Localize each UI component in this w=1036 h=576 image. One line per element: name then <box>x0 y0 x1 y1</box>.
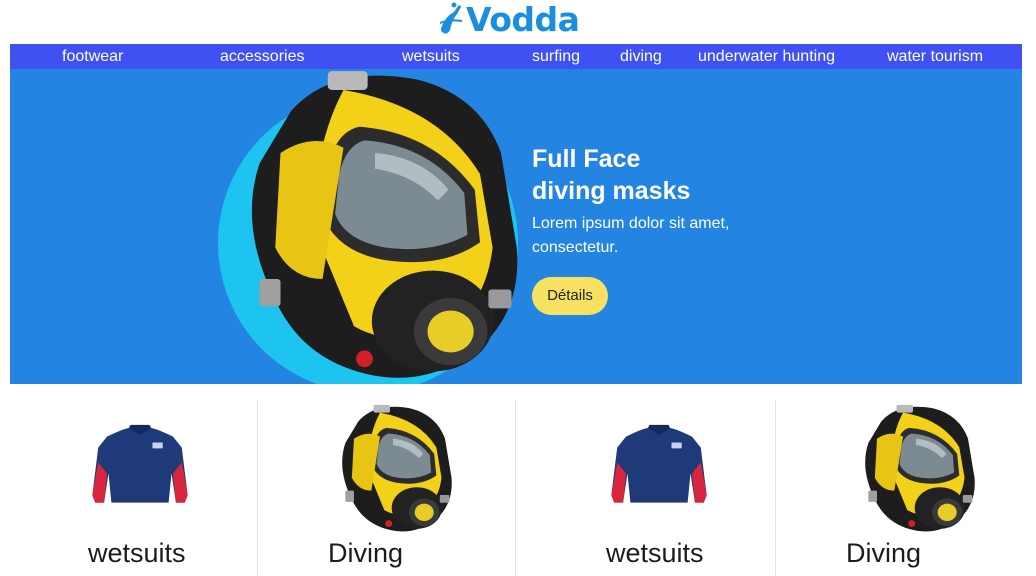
hero-description-line2: consectetur. <box>532 239 619 256</box>
category-card-label: Diving <box>328 538 404 568</box>
diving-mask-image <box>342 404 452 532</box>
hero-title: Full Face diving masks <box>532 143 832 207</box>
category-card-label: wetsuits <box>606 538 704 568</box>
main-nav: footwear accessories wetsuits surfing di… <box>10 44 1022 69</box>
category-cards: wetsuits Diving wetsuits Diving <box>0 400 1036 576</box>
nav-item-underwater-hunting[interactable]: underwater hunting <box>698 44 835 69</box>
hero-title-line1: Full Face <box>532 145 641 173</box>
category-card-wetsuits[interactable]: wetsuits <box>0 400 258 576</box>
nav-item-footwear[interactable]: footwear <box>62 44 123 69</box>
hero-description: Lorem ipsum dolor sit amet, consectetur. <box>532 212 792 260</box>
wetsuit-image <box>611 424 707 503</box>
category-card-label: wetsuits <box>88 538 186 568</box>
category-card-label: Diving <box>846 538 922 568</box>
brand-logo[interactable]: Vodda <box>438 0 580 40</box>
site-header: Vodda <box>0 0 1036 44</box>
surfer-logo-icon <box>440 2 462 34</box>
nav-item-accessories[interactable]: accessories <box>220 44 304 69</box>
nav-item-water-tourism[interactable]: water tourism <box>887 44 983 69</box>
diving-mask-image <box>251 71 518 378</box>
wetsuit-image <box>92 424 188 503</box>
category-card-diving[interactable]: Diving <box>776 400 1036 576</box>
hero-banner: Full Face diving masks Lorem ipsum dolor… <box>10 69 1022 384</box>
brand-name: Vodda <box>466 0 580 39</box>
nav-item-wetsuits[interactable]: wetsuits <box>402 44 460 69</box>
hero-description-line1: Lorem ipsum dolor sit amet, <box>532 215 730 232</box>
hero-title-line2: diving masks <box>532 177 691 205</box>
nav-item-surfing[interactable]: surfing <box>532 44 580 69</box>
diving-mask-image <box>865 404 975 532</box>
details-button[interactable]: Détails <box>532 277 608 315</box>
nav-item-diving[interactable]: diving <box>620 44 662 69</box>
category-card-wetsuits[interactable]: wetsuits <box>516 400 776 576</box>
category-card-diving[interactable]: Diving <box>258 400 516 576</box>
